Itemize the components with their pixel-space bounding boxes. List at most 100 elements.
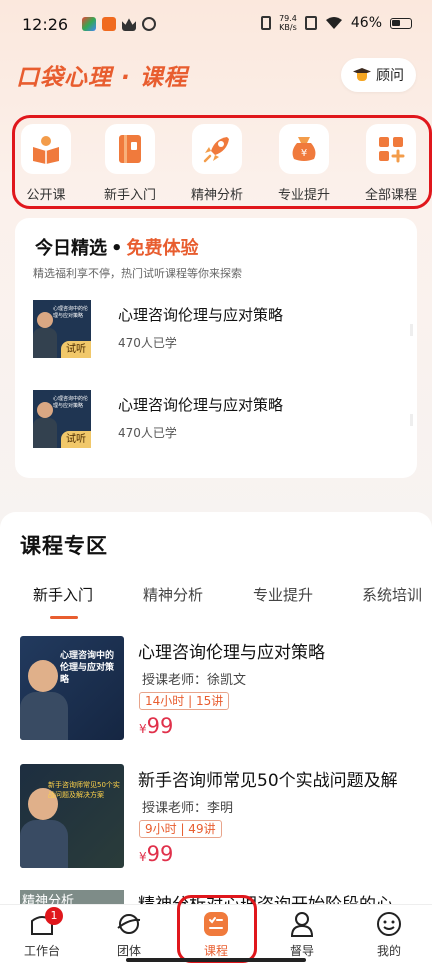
thumbnail-text: 心理咨询中的伦理与应对策略	[53, 306, 89, 319]
lecturer-photo-body	[33, 418, 57, 448]
battery-icon	[390, 17, 412, 29]
category-label: 精神分析	[190, 188, 243, 203]
money-bag-icon: ¥	[292, 137, 316, 161]
category-icon-wrap	[192, 124, 242, 174]
grid-plus-icon	[379, 137, 405, 163]
course-teacher: 授课老师：李明	[142, 801, 234, 816]
nav-label: 我的	[376, 944, 401, 958]
picks-title-dot: •	[111, 238, 123, 259]
category-all-courses[interactable]: 全部课程	[351, 124, 431, 203]
thumbnail-text: 新手咨询师常见50个实战问题及解决方案	[48, 781, 120, 799]
category-label: 公开课	[26, 188, 66, 203]
course-price: ¥99	[139, 714, 173, 738]
pick-item[interactable]: 心理咨询中的伦理与应对策略 试听 心理咨询伦理与应对策略 470人已学	[33, 390, 413, 450]
status-time: 12:26	[22, 15, 69, 34]
course-item[interactable]: 心理咨询中的伦理与应对策略 心理咨询伦理与应对策略 授课老师：徐凯文 14小时 …	[20, 636, 420, 740]
category-icon-wrap: ¥	[279, 124, 329, 174]
scroll-edge	[410, 324, 413, 336]
lecturer-photo-body	[20, 820, 68, 868]
course-thumbnail: 心理咨询中的伦理与应对策略 试听	[33, 300, 91, 358]
graduation-cap-icon	[353, 68, 371, 82]
course-price: ¥99	[139, 842, 173, 866]
category-highlight-box: 公开课 新手入门 精神分析 ¥ 专业提升 全部课程	[12, 115, 432, 209]
pick-title: 心理咨询伦理与应对策略	[118, 306, 284, 324]
tab-beginner[interactable]: 新手入门	[33, 584, 93, 605]
category-professional[interactable]: ¥ 专业提升	[264, 124, 344, 203]
notification-badge: 1	[45, 907, 63, 925]
bottom-nav: 1 工作台 团体 课程 督导 我的	[0, 895, 432, 964]
course-thumbnail: 心理咨询中的伦理与应对策略	[20, 636, 124, 740]
status-bar: 12:26 79.4 KB/s 46%	[0, 0, 432, 50]
sim-off-icon	[304, 16, 317, 30]
tab-psychoanalysis[interactable]: 精神分析	[143, 584, 203, 605]
lecturer-photo	[37, 312, 53, 328]
planet-icon	[116, 911, 142, 937]
person-icon	[289, 911, 315, 937]
trial-badge: 试听	[61, 431, 91, 448]
picks-title: 今日精选 • 免费体验	[35, 234, 199, 260]
trial-badge: 试听	[61, 341, 91, 358]
vibrate-icon	[261, 16, 272, 30]
home-indicator	[126, 958, 306, 962]
app-notification-icon	[82, 17, 96, 31]
picks-subtitle: 精选福利享不停，热门试听课程等你来探索	[33, 267, 242, 280]
crown-icon	[122, 18, 136, 31]
wifi-icon	[325, 17, 342, 29]
advisor-button[interactable]: 顾问	[341, 58, 416, 92]
thumbnail-text: 心理咨询中的伦理与应对策略	[60, 651, 115, 685]
rocket-icon	[203, 137, 229, 163]
price-currency: ¥	[139, 722, 147, 736]
pick-item[interactable]: 心理咨询中的伦理与应对策略 试听 心理咨询伦理与应对策略 470人已学	[33, 300, 413, 360]
active-tab-indicator	[50, 616, 78, 619]
nav-label: 团体	[116, 944, 141, 958]
category-icon-wrap	[366, 124, 416, 174]
tab-systematic-training[interactable]: 系统培训	[362, 584, 422, 605]
course-title: 新手咨询师常见50个实战问题及解	[138, 771, 398, 791]
todays-picks-card: 今日精选 • 免费体验 精选福利享不停，热门试听课程等你来探索 心理咨询中的伦理与应…	[15, 218, 417, 478]
pick-title: 心理咨询伦理与应对策略	[118, 396, 284, 414]
category-icon-wrap	[21, 124, 71, 174]
smiley-icon	[376, 911, 402, 937]
nav-workbench[interactable]: 1 工作台	[12, 907, 72, 959]
category-beginner[interactable]: 新手入门	[90, 124, 170, 203]
status-right: 79.4 KB/s 46%	[261, 14, 412, 32]
notebook-icon	[119, 135, 141, 163]
lecturer-photo-body	[33, 328, 57, 358]
course-tabs: 新手入门 精神分析 专业提升 系统培训	[0, 584, 432, 624]
notification-icons	[82, 17, 156, 31]
course-item[interactable]: 新手咨询师常见50个实战问题及解决方案 新手咨询师常见50个实战问题及解 授课老…	[20, 764, 420, 868]
nav-label: 工作台	[23, 944, 60, 958]
category-public-course[interactable]: 公开课	[6, 124, 86, 203]
category-label: 专业提升	[277, 188, 330, 203]
thumbnail-text: 心理咨询中的伦理与应对策略	[53, 396, 89, 409]
nav-mine[interactable]: 我的	[359, 911, 419, 959]
course-duration-tag: 9小时 | 49讲	[139, 820, 222, 838]
category-label: 全部课程	[364, 188, 417, 203]
battery-percent: 46%	[350, 15, 382, 31]
net-speed: 79.4 KB/s	[279, 14, 297, 32]
picks-title-free: 免费体验	[126, 238, 199, 259]
workbench-icon: 1	[29, 907, 63, 937]
price-value: 99	[146, 714, 174, 738]
price-value: 99	[146, 842, 174, 866]
nav-supervision[interactable]: 督导	[272, 911, 332, 959]
zone-title: 课程专区	[20, 534, 108, 558]
category-psychoanalysis[interactable]: 精神分析	[177, 124, 257, 203]
advisor-label: 顾问	[376, 68, 404, 84]
nav-group[interactable]: 团体	[99, 911, 159, 959]
course-teacher: 授课老师：徐凯文	[142, 673, 247, 688]
pick-learner-count: 470人已学	[118, 426, 177, 440]
scroll-edge	[410, 414, 413, 426]
category-label: 新手入门	[103, 188, 156, 203]
course-thumbnail: 心理咨询中的伦理与应对策略 试听	[33, 390, 91, 448]
course-duration-tag: 14小时 | 15讲	[139, 692, 230, 710]
net-speed-value: 79.4	[279, 14, 297, 23]
lecturer-photo-body	[20, 692, 68, 740]
app-notification-icon	[102, 17, 116, 31]
course-thumbnail: 新手咨询师常见50个实战问题及解决方案	[20, 764, 124, 868]
tab-professional[interactable]: 专业提升	[253, 584, 313, 605]
nav-label: 督导	[289, 944, 314, 958]
lecturer-photo	[37, 402, 53, 418]
category-icon-wrap	[105, 124, 155, 174]
net-speed-unit: KB/s	[279, 23, 297, 32]
